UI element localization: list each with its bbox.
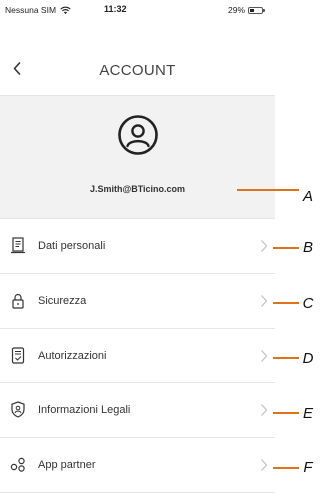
battery-group: 29% [227,5,265,15]
menu-item-label: Dati personali [38,240,106,252]
chevron-right-icon [261,294,268,307]
callout-line-f [273,467,299,469]
page-title: ACCOUNT [99,62,176,79]
authorization-icon [11,346,25,364]
chevron-right-icon [261,349,268,362]
battery-fill [250,8,254,12]
carrier-group: Nessuna SIM [5,5,71,15]
menu-item-authorizations[interactable]: Autorizzazioni [0,329,275,384]
callout-label-f: F [303,459,313,476]
callout-line-e [273,412,299,414]
callout-line-b [273,247,299,249]
callout-label-b: B [302,239,313,256]
menu-item-legal-info[interactable]: Informazioni Legali [0,383,275,439]
callout-label-d: D [302,350,314,367]
battery-percent: 29% [227,5,245,15]
callout-line-a [237,189,299,191]
phone-screen: Nessuna SIM 11:32 29% ACCOUNT J.Smith@BT… [0,0,275,493]
chevron-right-icon [261,240,268,252]
callout-label-e: E [302,405,313,422]
menu-item-label: Informazioni Legali [38,404,131,417]
clock-label: 11:32 [104,4,127,14]
partner-apps-icon [10,457,25,472]
document-icon [11,237,25,254]
nav-bar: ACCOUNT [0,45,275,95]
menu-item-label: App partner [38,459,96,472]
lock-icon [12,293,24,309]
status-bar: Nessuna SIM 11:32 29% [0,0,275,18]
callout-label-c: C [302,295,314,312]
wifi-icon [60,6,71,14]
callout-line-c [273,302,299,304]
chevron-right-icon [261,459,268,472]
menu-item-partner-apps[interactable]: App partner [0,438,275,493]
menu-item-security[interactable]: Sicurezza [0,274,275,329]
chevron-right-icon [261,404,268,417]
user-circle-icon [118,115,158,155]
legal-shield-icon [11,401,25,419]
menu-item-label: Sicurezza [38,294,87,307]
callout-line-d [273,357,299,359]
callout-label-a: A [302,188,313,205]
battery-icon [248,6,265,14]
account-email: J.Smith@BTicino.com [89,184,186,194]
account-menu: Dati personali Sicurezza Autorizzazioni … [0,219,275,493]
carrier-label: Nessuna SIM [5,5,57,15]
profile-section: J.Smith@BTicino.com [0,95,275,219]
menu-item-personal-data[interactable]: Dati personali [0,219,275,274]
menu-item-label: Autorizzazioni [38,349,107,362]
